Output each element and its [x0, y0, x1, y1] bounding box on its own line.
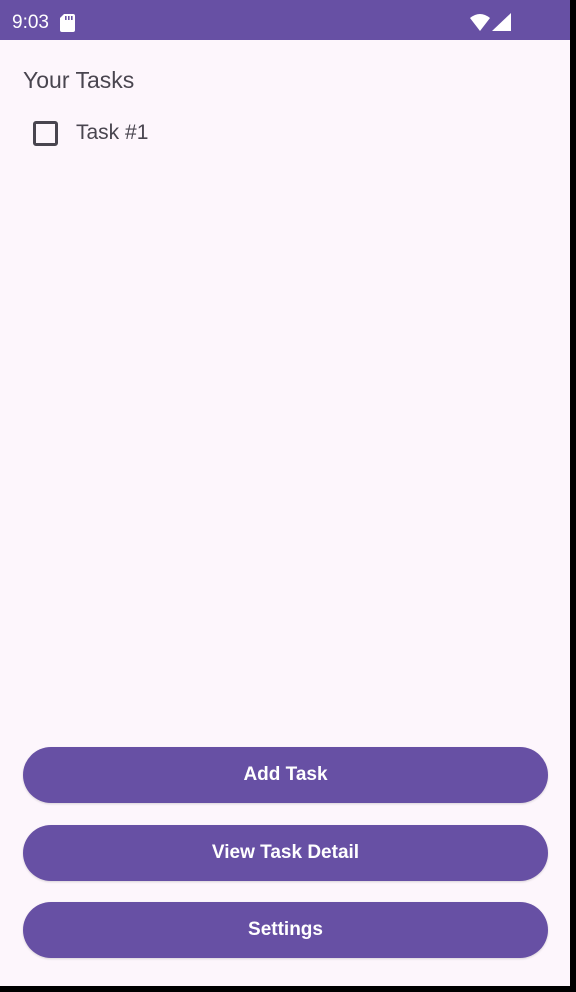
- page-title: Your Tasks: [23, 67, 135, 93]
- wifi-icon: [470, 14, 490, 31]
- add-task-button[interactable]: Add Task: [23, 747, 548, 803]
- device-frame-edge: [570, 0, 576, 992]
- task-checkbox[interactable]: [33, 120, 58, 146]
- device-frame-edge: [0, 986, 576, 992]
- status-time: 9:03: [12, 12, 49, 33]
- status-bar: 9:03: [0, 0, 570, 40]
- view-task-detail-button[interactable]: View Task Detail: [23, 825, 548, 881]
- settings-button[interactable]: Settings: [23, 902, 548, 958]
- task-list-item[interactable]: Task #1: [22, 108, 148, 158]
- sd-card-icon: [60, 14, 75, 32]
- app-screen: 9:03 Your Tasks Task #1 Add Task View Ta…: [0, 0, 570, 986]
- task-label: Task #1: [76, 121, 149, 144]
- cell-signal-icon: [492, 13, 511, 31]
